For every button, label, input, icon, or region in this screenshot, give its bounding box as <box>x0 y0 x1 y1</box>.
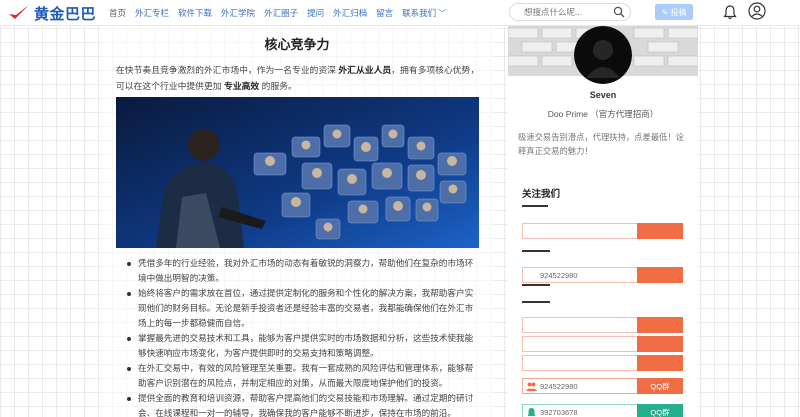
search-input[interactable] <box>510 4 610 20</box>
contact-row: 924522980 <box>522 267 683 283</box>
profile-bio: 极速交易告别滑点，代理扶持，点差最低！诠释真正交易的魅力！ <box>518 132 684 156</box>
search-box <box>509 3 631 21</box>
post-button[interactable]: ✎ 投稿 <box>655 4 693 20</box>
bell-icon <box>527 408 536 416</box>
list-item: 在外汇交易中，有效的风险管理至关重要。我有一套成熟的风险评估和管理体系，能够帮助… <box>124 361 480 391</box>
nav-forex-academy[interactable]: 外汇学院 <box>221 7 255 19</box>
contact-row <box>522 223 683 239</box>
contact-button[interactable] <box>637 317 683 333</box>
nav-forex-column[interactable]: 外汇专栏 <box>135 7 169 19</box>
qq-group-row: 924522980 QQ群 <box>522 378 683 394</box>
contact-row <box>522 317 683 333</box>
profile-name: Seven <box>589 90 617 100</box>
main-nav: 首页 外汇专栏 软件下载 外汇学院 外汇圈子 提问 外汇归档 留言 联系我们 ﹀ <box>109 0 455 26</box>
contact-button[interactable] <box>637 336 683 352</box>
heading-underline <box>522 205 548 207</box>
divider <box>522 250 550 252</box>
contact-heading: 关注我们 <box>522 189 561 200</box>
intro-bold-2: 专业高效 <box>224 81 260 91</box>
divider <box>522 301 550 303</box>
intro-text-3: 的服务。 <box>259 81 297 91</box>
qq-group-button[interactable]: QQ群 <box>637 378 683 394</box>
article-content: 核心竞争力 在快节奏且竞争激烈的外汇市场中，作为一名专业的资深 外汇从业人员，拥… <box>100 26 494 417</box>
group-icon <box>526 382 537 391</box>
article-intro: 在快节奏且竞争激烈的外汇市场中，作为一名专业的资深 外汇从业人员，拥有多项核心优… <box>116 62 484 94</box>
list-item: 凭借多年的行业经验，我对外汇市场的动态有着敏锐的洞察力，帮助他们在复杂的市场环境… <box>124 256 480 286</box>
list-item: 提供全面的教育和培训资源，帮助客户提高他们的交易技能和市场理解。通过定期的研讨会… <box>124 391 480 417</box>
qq-group-number: 392703678 <box>540 408 578 417</box>
checkmark-logo-icon <box>9 5 29 19</box>
divider <box>522 284 550 286</box>
search-icon[interactable] <box>613 6 625 18</box>
nav-home[interactable]: 首页 <box>109 7 126 19</box>
article-title: 核心竞争力 <box>264 37 330 52</box>
qq-group-number: 924522980 <box>540 382 578 391</box>
intro-bold-1: 外汇从业人员 <box>338 65 392 75</box>
profile-avatar[interactable] <box>574 26 632 84</box>
list-item: 掌握最先进的交易技术和工具，能够为客户提供实时的市场数据和分析，这些技术使我能够… <box>124 331 480 361</box>
contact-row <box>522 336 683 352</box>
nav-software-download[interactable]: 软件下载 <box>178 7 212 19</box>
logo-text: 黄金巴巴 <box>34 4 97 23</box>
nav-forex-circle[interactable]: 外汇圈子 <box>264 7 298 19</box>
hero-image <box>116 97 479 248</box>
contact-button[interactable] <box>637 267 683 283</box>
contact-row <box>522 355 683 371</box>
core-advantages-list: 凭借多年的行业经验，我对外汇市场的动态有着敏锐的洞察力，帮助他们在复杂的市场环境… <box>124 256 480 417</box>
list-item: 始终将客户的需求放在首位，通过提供定制化的服务和个性化的解决方案，我帮助客户实现… <box>124 286 480 331</box>
nav-message[interactable]: 留言 <box>376 7 393 19</box>
site-logo[interactable]: 黄金巴巴 <box>8 3 96 23</box>
contact-button[interactable] <box>637 223 683 239</box>
profile-title: Doo Prime （官方代理招商） <box>547 109 659 119</box>
bell-icon[interactable] <box>723 4 737 20</box>
intro-text-1: 在快节奏且竞争激烈的外汇市场中，作为一名专业的资深 <box>116 65 339 75</box>
chevron-down-icon: ﹀ <box>438 9 447 18</box>
contact-button[interactable] <box>637 355 683 371</box>
nav-ask[interactable]: 提问 <box>307 7 324 19</box>
qq-group-button[interactable]: QQ群 <box>637 404 683 417</box>
user-avatar-icon[interactable] <box>748 2 766 20</box>
contact-value: 924522980 <box>540 271 578 280</box>
top-navbar: 黄金巴巴 首页 外汇专栏 软件下载 外汇学院 外汇圈子 提问 外汇归档 留言 联… <box>0 0 800 26</box>
qq-group-row: 392703678 QQ群 <box>522 404 683 417</box>
nav-contact[interactable]: 联系我们 ﹀ <box>402 7 446 19</box>
nav-forex-archive[interactable]: 外汇归档 <box>333 7 367 19</box>
author-sidebar: Seven Doo Prime （官方代理招商） 极速交易告别滑点，代理扶持，点… <box>508 26 698 417</box>
nav-contact-label: 联系我们 <box>402 8 437 18</box>
